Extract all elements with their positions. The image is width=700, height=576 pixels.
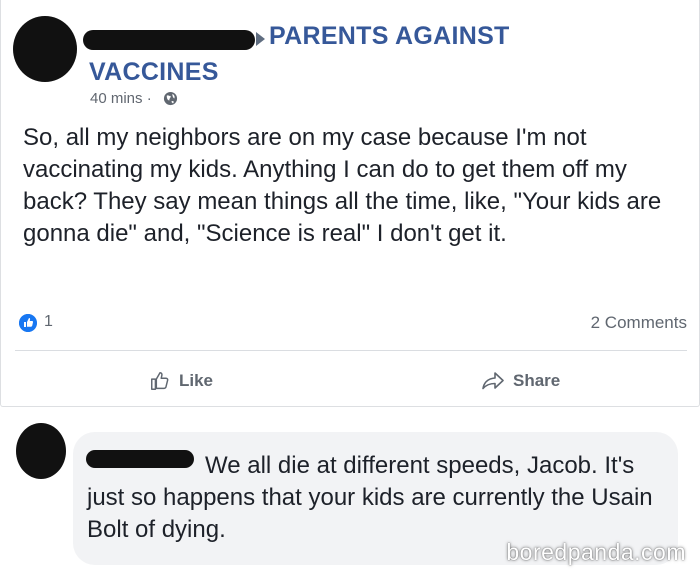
comment-text: We all die at different speeds, Jacob. I…	[87, 452, 653, 543]
group-name-link[interactable]: PARENTS AGAINST VACCINES	[89, 18, 609, 90]
commenter-avatar-redacted[interactable]	[16, 423, 66, 479]
like-button-label: Like	[179, 371, 214, 390]
share-button[interactable]: Share	[481, 367, 560, 395]
like-count[interactable]: 1	[44, 313, 53, 331]
comments-count-link[interactable]: 2 Comments	[591, 313, 687, 333]
post-timestamp[interactable]: 40 mins ·	[90, 90, 152, 107]
watermark: boredpanda.com	[506, 539, 686, 565]
share-button-label: Share	[513, 371, 561, 390]
thumbs-up-icon	[151, 372, 169, 390]
actions-divider	[15, 350, 687, 351]
post-card: PARENTS AGAINST VACCINES 40 mins · So, a…	[0, 0, 700, 407]
like-button[interactable]: Like	[149, 367, 213, 395]
globe-icon	[163, 91, 178, 106]
post-body: So, all my neighbors are on my case beca…	[23, 124, 662, 247]
share-arrow-icon	[482, 372, 504, 390]
author-avatar-redacted[interactable]	[13, 16, 77, 82]
like-reaction-icon[interactable]	[19, 314, 37, 332]
comment-section: We all die at different speeds, Jacob. I…	[0, 407, 700, 576]
